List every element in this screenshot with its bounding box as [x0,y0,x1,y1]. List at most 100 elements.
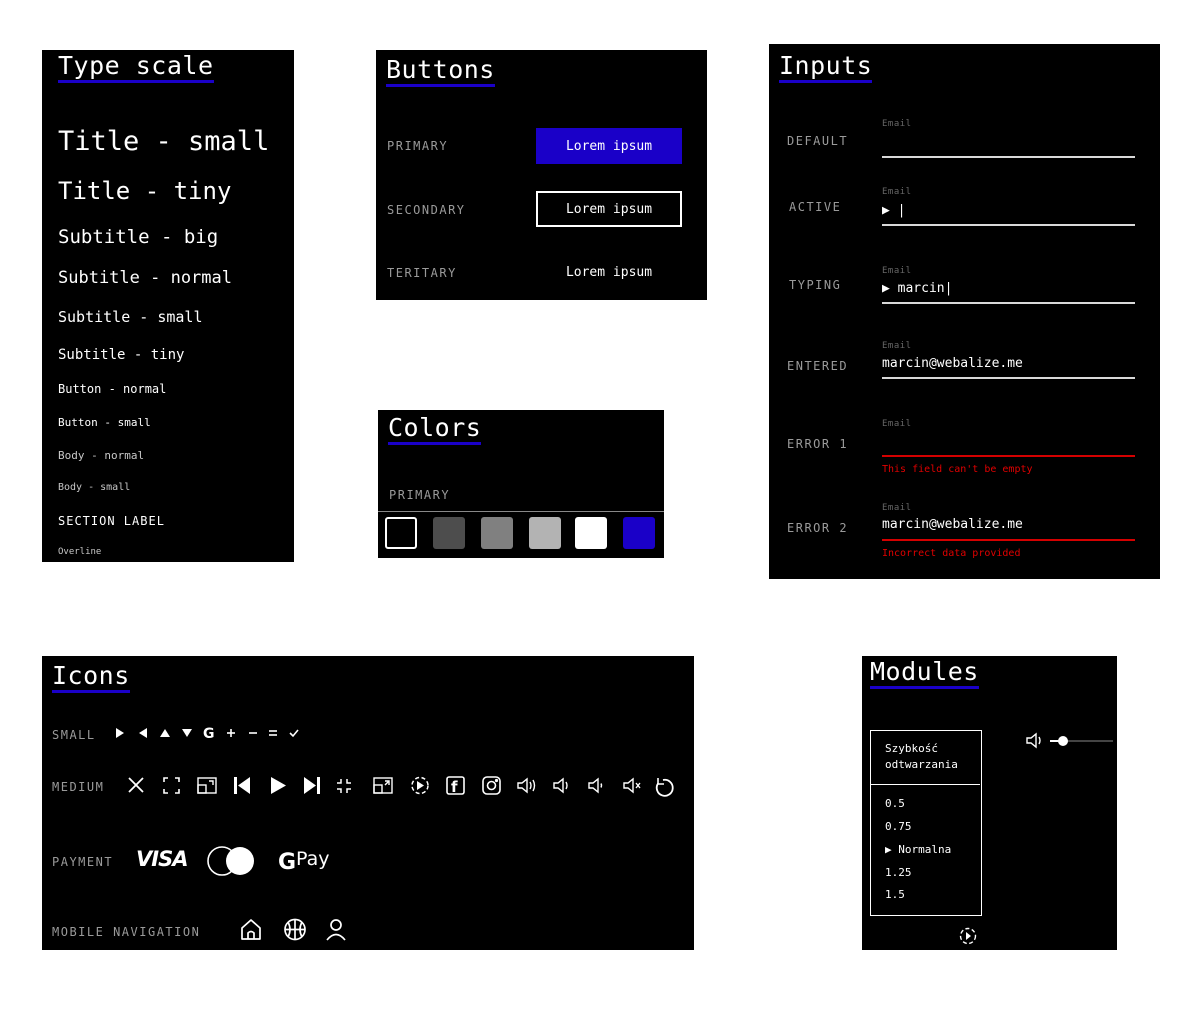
input-state-error2: ERROR 2 [787,521,849,535]
input-placeholder: Email [882,503,912,513]
type-button-normal: Button - normal [58,382,167,396]
type-title-tiny: Title - tiny [58,177,232,205]
swatch-light-gray [529,517,561,549]
volume-low-icon [588,777,603,794]
instagram-icon [482,776,501,795]
type-scale-title: Type scale [58,52,214,83]
exit-fullscreen-icon [337,779,351,793]
buttons-title: Buttons [386,56,495,87]
input-state-error1: ERROR 1 [787,437,849,451]
speed-icon[interactable] [958,926,978,946]
swatch-white [575,517,607,549]
mobile-icons-row [241,918,346,941]
home-icon [241,919,261,940]
small-icons-row: G [116,726,299,740]
user-icon [326,919,346,941]
colors-panel: Colors PRIMARY [378,410,664,558]
svg-text:f: f [451,778,458,796]
type-section-label: SECTION LABEL [58,514,165,528]
modules-title: Modules [870,658,979,689]
icons-medium-label: MEDIUM [52,780,105,794]
type-subtitle-normal: Subtitle - normal [58,268,232,288]
swatch-black [385,517,417,549]
gpay-label: Pay [296,848,330,870]
plus-icon [227,729,235,737]
secondary-label: SECONDARY [387,203,466,217]
input-state-default: DEFAULT [787,134,849,148]
type-body-normal: Body - normal [58,449,145,462]
mastercard-icon [207,846,254,876]
primary-label: PRIMARY [387,139,449,153]
input-value-typing: ▶ marcin| [882,281,953,296]
type-scale-panel: Type scale Title - small Title - tiny Su… [42,50,294,562]
speed-menu-header: Szybkość odtwarzania [871,731,980,785]
input-value-error2: marcin@webalize.me [882,517,1023,532]
email-field-error1[interactable] [882,455,1135,457]
basketball-icon [284,918,306,941]
skip-forward-icon [304,777,320,794]
medium-icons-row: f [128,776,674,797]
visa-icon: VISA [136,847,188,871]
speed-option-normal[interactable]: ▶ Normalna [885,843,951,856]
icons-title: Icons [52,662,130,693]
input-placeholder: Email [882,419,912,429]
input-value-entered: marcin@webalize.me [882,356,1023,371]
volume-icon[interactable] [1026,732,1046,750]
email-field-typing[interactable] [882,302,1135,304]
volume-medium-icon [553,777,568,794]
colors-primary-label: PRIMARY [389,488,451,502]
tertiary-button[interactable]: Lorem ipsum [536,254,682,290]
type-button-small: Button - small [58,416,151,429]
type-overline: Overline [58,547,102,557]
icons-panel: Icons SMALL MEDIUM PAYMENT MOBILE NAVIGA… [42,656,694,950]
email-field-entered[interactable] [882,377,1135,379]
input-state-typing: TYPING [789,278,842,292]
modules-panel: Modules Szybkość odtwarzania 0.5 0.75 ▶ … [862,656,1117,950]
speed-option-0-5[interactable]: 0.5 [885,797,905,810]
rewind-icon [139,728,147,738]
volume-slider-handle[interactable] [1057,736,1068,746]
up-icon [160,729,170,737]
icons-small-label: SMALL [52,728,96,742]
tertiary-label: TERITARY [387,266,457,280]
speed-option-1-5[interactable]: 1.5 [885,888,905,901]
close-icon [128,777,144,793]
input-state-active: ACTIVE [789,200,842,214]
replay-icon [655,778,674,797]
error-message: This field can't be empty [882,464,1033,475]
input-value-active: ▶ | [882,203,906,218]
colors-title: Colors [388,414,482,445]
error-message: Incorrect data provided [882,548,1021,559]
pip-icon [197,777,217,794]
primary-button[interactable]: Lorem ipsum [536,128,682,164]
email-field-active[interactable] [882,224,1135,226]
pip-out-icon [373,777,393,794]
play-icon [116,728,124,738]
type-subtitle-big: Subtitle - big [58,226,219,248]
icons-mobile-label: MOBILE NAVIGATION [52,925,201,939]
swatch-gray [481,517,513,549]
email-field-default[interactable] [882,156,1135,158]
volume-slider-track[interactable] [1050,736,1113,746]
speed-option-0-75[interactable]: 0.75 [885,820,912,833]
equals-icon [269,730,277,736]
svg-text:G: G [278,850,296,873]
icons-payment-label: PAYMENT [52,855,114,869]
down-icon [182,729,192,737]
speed-icon [411,776,429,795]
mute-icon [623,777,641,794]
skip-back-icon [234,777,250,794]
play-icon [271,777,286,794]
google-icon: G [203,726,215,740]
secondary-button[interactable]: Lorem ipsum [536,191,682,227]
check-icon [289,729,299,738]
type-subtitle-tiny: Subtitle - tiny [58,347,185,363]
speed-option-1-25[interactable]: 1.25 [885,866,912,879]
speed-menu: Szybkość odtwarzania 0.5 0.75 ▶ Normalna… [870,730,982,916]
inputs-title: Inputs [779,52,873,83]
fullscreen-icon [163,777,180,794]
type-body-small: Body - small [58,482,131,493]
input-placeholder: Email [882,266,912,276]
email-field-error2[interactable] [882,539,1135,541]
inputs-panel: Inputs DEFAULT Email ACTIVE Email ▶ | TY… [769,44,1160,579]
